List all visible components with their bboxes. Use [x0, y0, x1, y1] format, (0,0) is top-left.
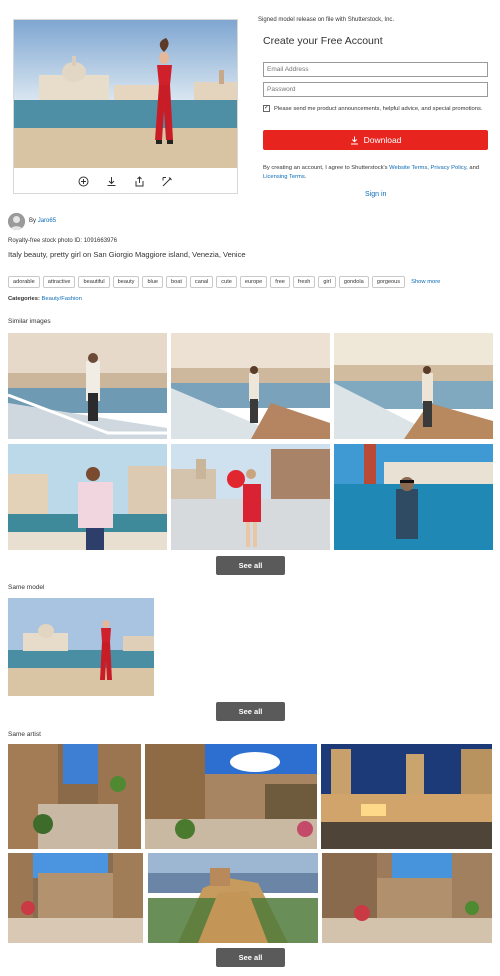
same-model-thumb[interactable] — [8, 598, 154, 696]
password-field[interactable] — [263, 82, 488, 97]
same-artist-thumb[interactable] — [322, 853, 492, 943]
download-arrow-icon — [350, 136, 358, 144]
tag[interactable]: adorable — [8, 276, 40, 288]
similar-see-all-button[interactable]: See all — [216, 556, 285, 575]
author-link[interactable]: Jaro65 — [38, 218, 56, 224]
photo-description: Italy beauty, pretty girl on San Giorgio… — [8, 250, 246, 259]
tag[interactable]: gorgeous — [371, 276, 406, 288]
tag[interactable]: attractive — [42, 276, 76, 288]
author-line: By Jaro65 — [29, 218, 57, 224]
similar-image-thumb[interactable] — [171, 444, 330, 550]
website-terms-link[interactable]: Website Terms — [389, 165, 427, 171]
tag[interactable]: free — [270, 276, 290, 288]
same-artist-thumb[interactable] — [321, 744, 492, 849]
tag-list: adorable attractive beautiful beauty blu… — [8, 276, 492, 288]
licensing-terms-link[interactable]: Licensing Terms — [263, 174, 305, 180]
same-artist-title: Same artist — [8, 731, 41, 738]
edit-icon[interactable] — [161, 174, 175, 188]
tag[interactable]: beauty — [112, 276, 140, 288]
show-more-tags-link[interactable]: Show more — [411, 279, 440, 285]
avatar[interactable] — [8, 213, 25, 230]
similar-image-thumb[interactable] — [334, 444, 493, 550]
similar-image-thumb[interactable] — [171, 333, 330, 439]
photo-id: Royalty-free stock photo ID: 1091663976 — [8, 238, 118, 244]
tag[interactable]: canal — [189, 276, 214, 288]
category-link[interactable]: Beauty/Fashion — [42, 296, 82, 302]
preview-toolbar — [14, 170, 237, 192]
same-artist-see-all-button[interactable]: See all — [216, 948, 285, 967]
similar-images-title: Similar images — [8, 318, 51, 325]
share-icon[interactable] — [133, 174, 147, 188]
same-model-see-all-button[interactable]: See all — [216, 702, 285, 721]
main-preview-image[interactable] — [14, 20, 237, 168]
download-button-label: Download — [363, 135, 402, 145]
tag[interactable]: blue — [142, 276, 164, 288]
categories-line: Categories: Beauty/Fashion — [8, 296, 82, 302]
tag[interactable]: beautiful — [78, 276, 110, 288]
similar-image-thumb[interactable] — [334, 333, 493, 439]
sign-in-link[interactable]: Sign in — [365, 191, 386, 198]
same-artist-thumb[interactable] — [145, 744, 317, 849]
tag[interactable]: fresh — [292, 276, 316, 288]
terms-text: By creating an account, I agree to Shutt… — [263, 165, 480, 180]
similar-image-thumb[interactable] — [8, 333, 167, 439]
tag[interactable]: gondola — [338, 276, 369, 288]
promo-checkbox-label: Please send me product announcements, he… — [274, 106, 483, 112]
create-account-title: Create your Free Account — [263, 35, 383, 47]
tag[interactable]: europe — [239, 276, 268, 288]
model-release-note: Signed model release on file with Shutte… — [258, 17, 395, 23]
privacy-policy-link[interactable]: Privacy Policy — [431, 165, 467, 171]
same-artist-thumb[interactable] — [8, 744, 141, 849]
download-button[interactable]: Download — [263, 130, 488, 150]
download-icon[interactable] — [105, 174, 119, 188]
promo-checkbox-row[interactable]: ✓ Please send me product announcements, … — [263, 105, 488, 113]
email-field[interactable] — [263, 62, 488, 77]
same-artist-thumb[interactable] — [8, 853, 143, 943]
zoom-icon[interactable] — [77, 174, 91, 188]
tag[interactable]: girl — [318, 276, 336, 288]
same-artist-thumb[interactable] — [148, 853, 318, 943]
similar-image-thumb[interactable] — [8, 444, 167, 550]
same-model-title: Same model — [8, 584, 45, 591]
promo-checkbox[interactable]: ✓ — [263, 105, 270, 112]
tag[interactable]: boat — [166, 276, 187, 288]
tag[interactable]: cute — [216, 276, 237, 288]
